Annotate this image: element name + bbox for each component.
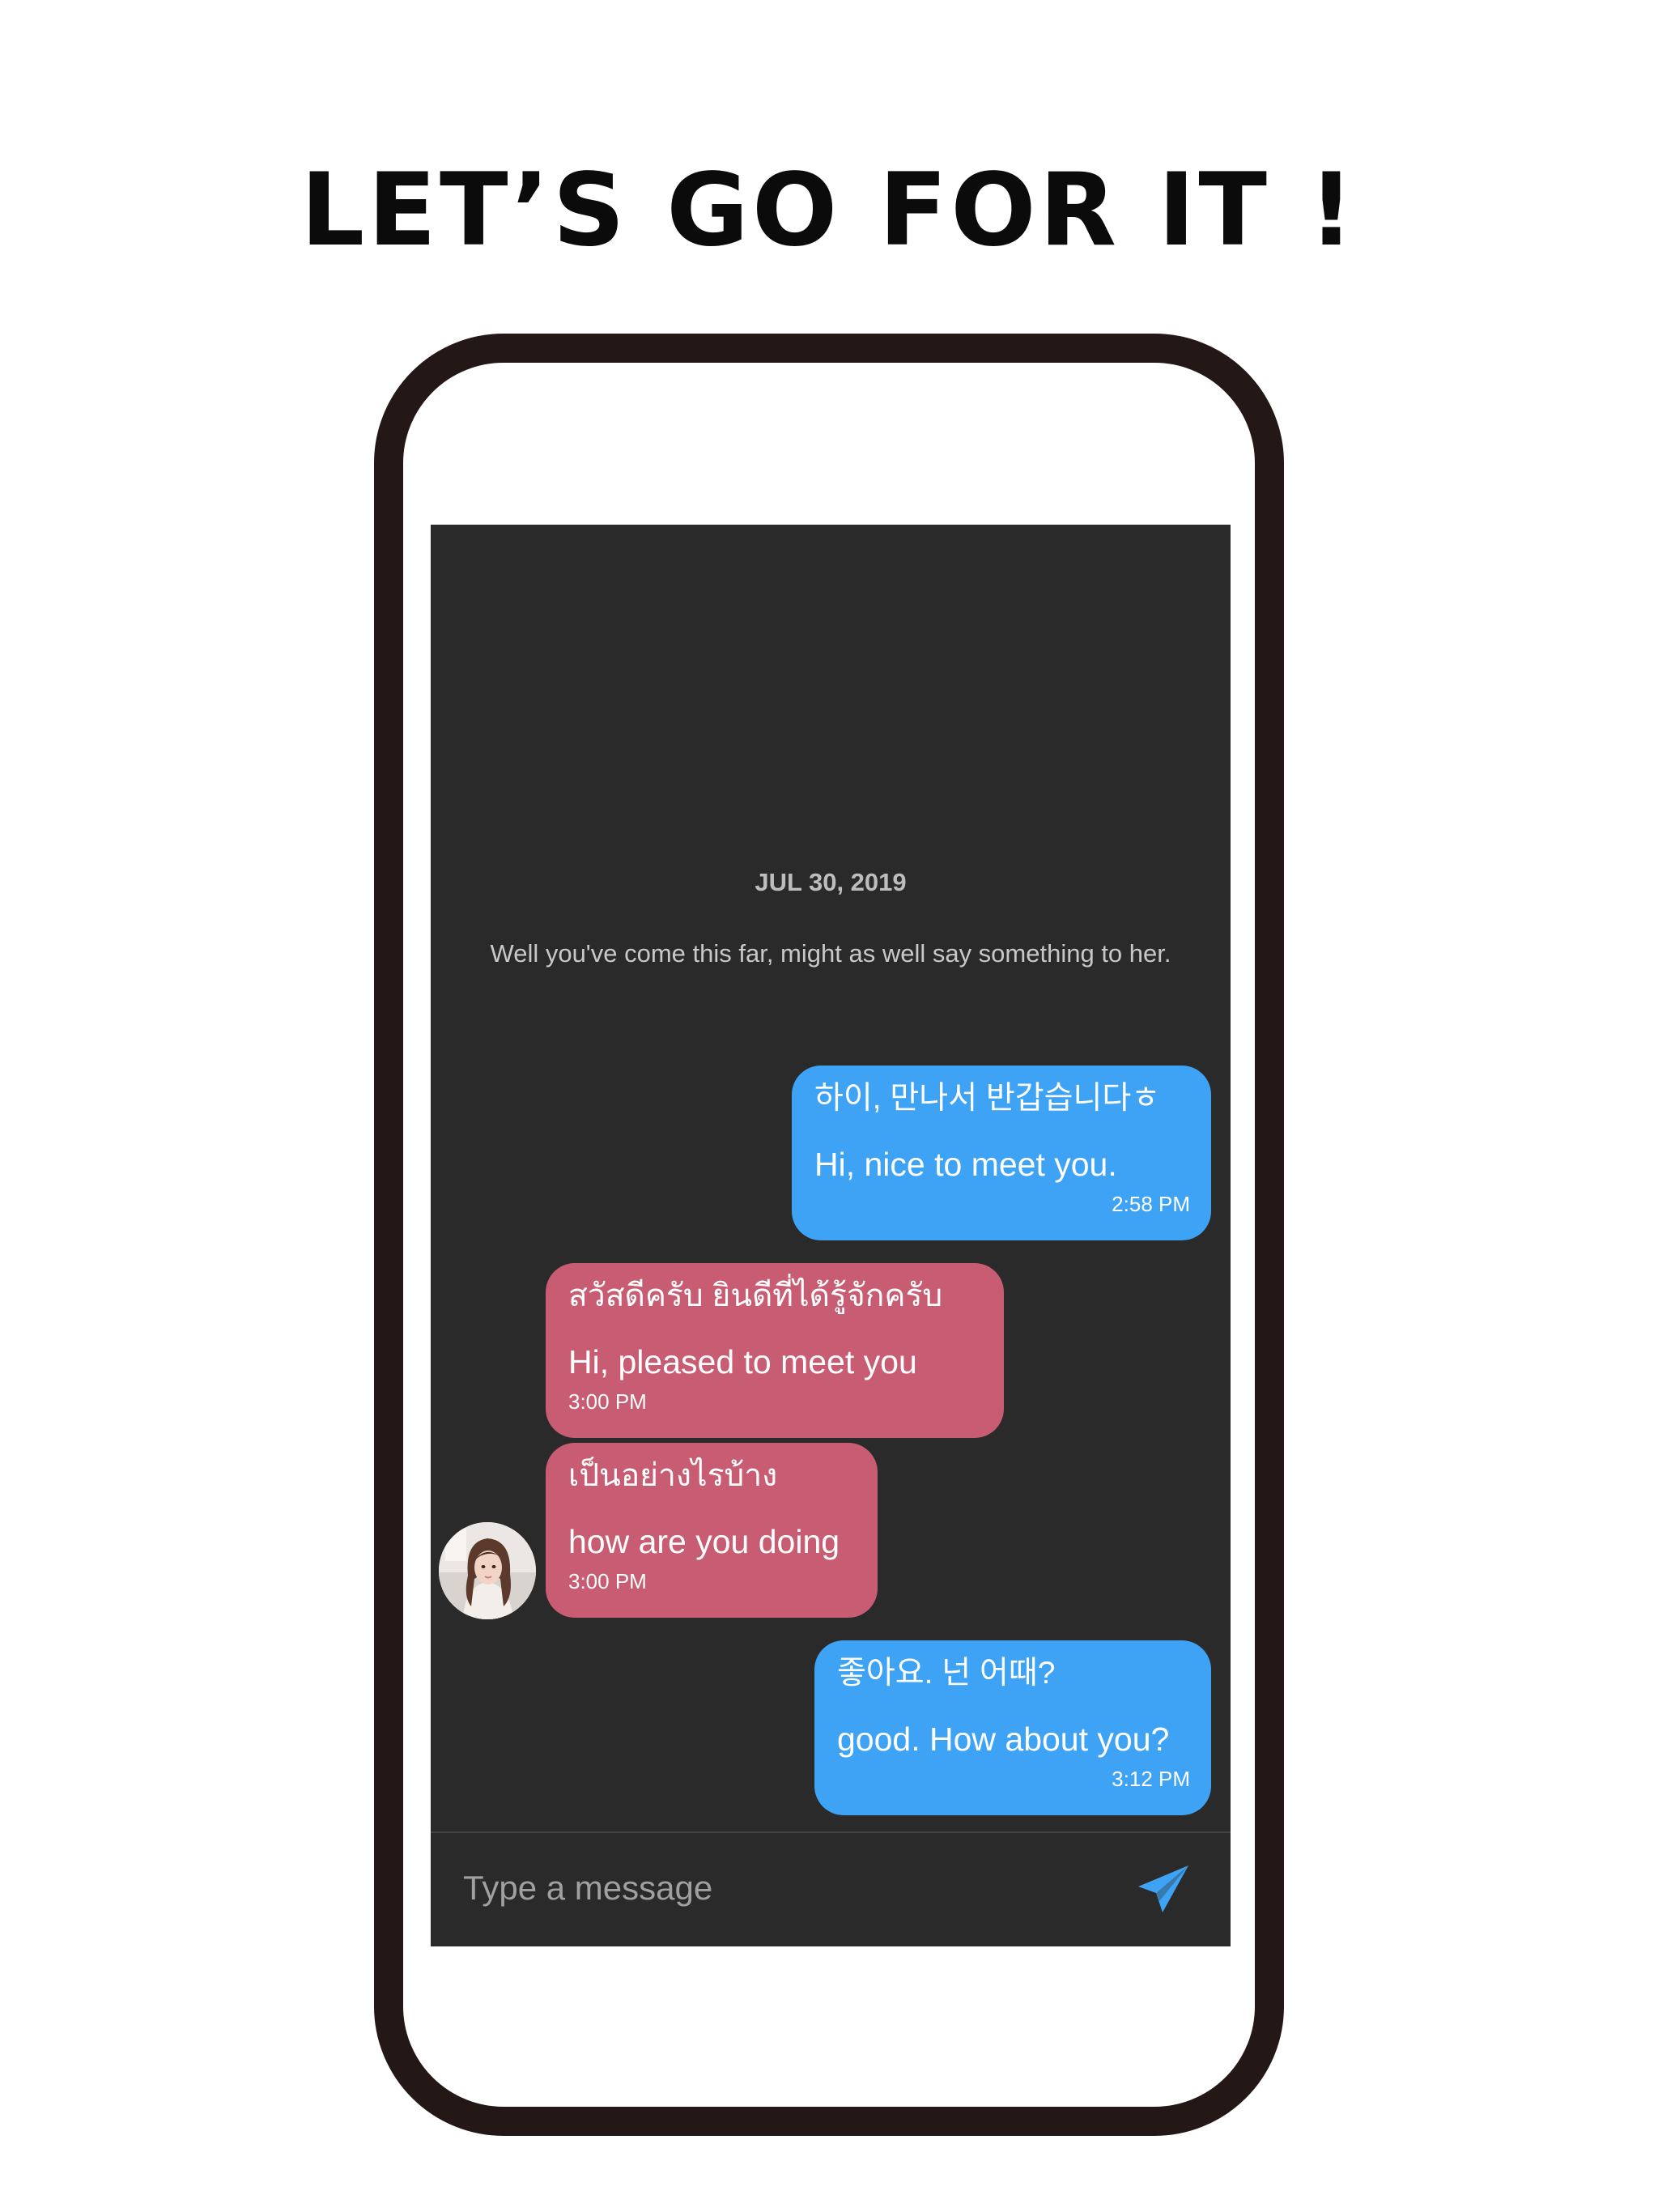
send-button[interactable] <box>1135 1861 1193 1919</box>
avatar-photo <box>439 1522 536 1619</box>
message-composer <box>431 1831 1231 1946</box>
message-bubble-outgoing[interactable]: 하이, 만나서 반갑습니다ㅎ Hi, nice to meet you. 2:5… <box>792 1066 1211 1240</box>
conversation-hint: Well you've come this far, might as well… <box>490 939 1171 968</box>
contact-avatar[interactable] <box>439 1522 536 1619</box>
message-time: 3:00 PM <box>568 1389 647 1414</box>
message-bubble-incoming[interactable]: เป็นอย่างไรบ้าง how are you doing 3:00 P… <box>546 1443 878 1618</box>
headline: LET’S GO FOR IT ! <box>300 152 1358 269</box>
message-input[interactable] <box>463 1862 1095 1914</box>
message-translation-text: Hi, pleased to meet you <box>568 1343 917 1380</box>
message-time: 3:00 PM <box>568 1569 647 1593</box>
message-original-text: เป็นอย่างไรบ้าง <box>568 1458 778 1493</box>
message-original-text: 하이, 만나서 반갑습니다ㅎ <box>814 1081 1161 1116</box>
message-time: 2:58 PM <box>1112 1192 1190 1216</box>
message-time: 3:12 PM <box>1112 1767 1190 1791</box>
message-translation-text: good. How about you? <box>837 1721 1170 1758</box>
chat-screen: JUL 30, 2019 Well you've come this far, … <box>431 525 1231 1946</box>
message-translation-text: how are you doing <box>568 1523 840 1560</box>
message-bubble-incoming[interactable]: สวัสดีครับ ยินดีที่ได้รู้จักครับ Hi, ple… <box>546 1263 1004 1438</box>
message-translation-text: Hi, nice to meet you. <box>814 1146 1117 1183</box>
message-original-text: สวัสดีครับ ยินดีที่ได้รู้จักครับ <box>568 1278 943 1313</box>
send-icon <box>1138 1865 1188 1912</box>
message-original-text: 좋아요. 넌 어때? <box>837 1656 1056 1691</box>
message-bubble-outgoing[interactable]: 좋아요. 넌 어때? good. How about you? 3:12 PM <box>814 1640 1211 1815</box>
date-header: JUL 30, 2019 <box>755 868 907 896</box>
